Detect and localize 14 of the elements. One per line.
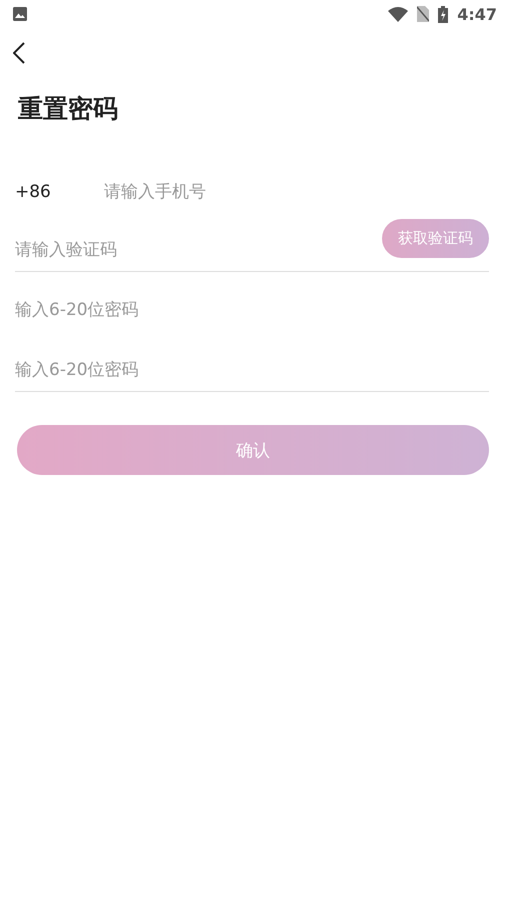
- phone-input-field[interactable]: 请输入手机号: [104, 177, 489, 207]
- battery-charging-icon: [438, 6, 448, 22]
- wifi-icon: [388, 6, 408, 22]
- status-time: 4:47: [457, 4, 497, 24]
- image-icon: [13, 7, 27, 21]
- country-code[interactable]: +86: [15, 182, 104, 202]
- get-code-button[interactable]: 获取验证码: [382, 219, 489, 258]
- confirm-button[interactable]: 确认: [17, 425, 489, 475]
- page-title: 重置密码: [18, 93, 119, 125]
- password-input-field[interactable]: 输入6-20位密码: [15, 355, 489, 385]
- no-sim-icon: [417, 6, 430, 22]
- code-input-field[interactable]: 请输入验证码: [15, 235, 382, 265]
- back-icon[interactable]: [13, 42, 25, 64]
- password-input-field[interactable]: 输入6-20位密码: [15, 295, 489, 325]
